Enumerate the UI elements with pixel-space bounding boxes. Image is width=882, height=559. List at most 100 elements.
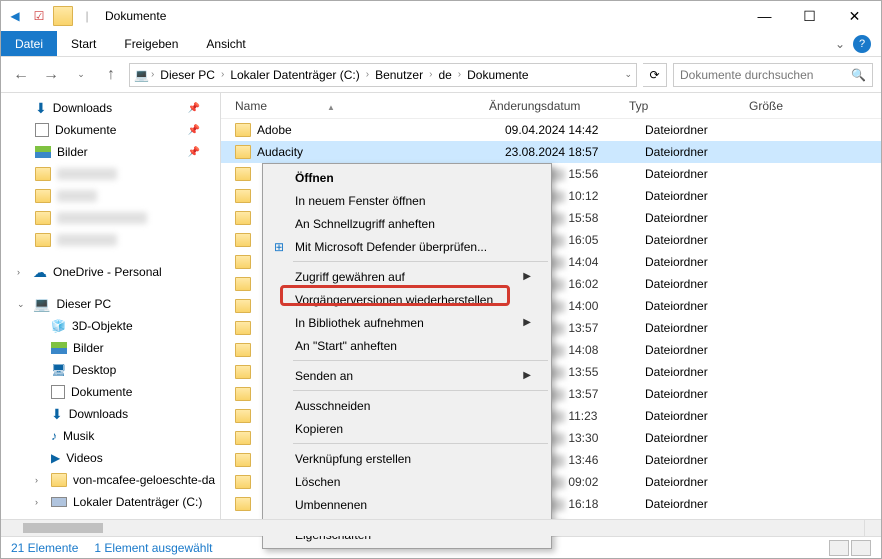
- qat-icon[interactable]: [53, 6, 73, 26]
- menu-rename[interactable]: Umbennenen: [265, 493, 549, 516]
- sidebar-musik[interactable]: ♪Musik: [1, 425, 220, 447]
- file-type: Dateiordner: [645, 365, 765, 379]
- breadcrumb-dropdown[interactable]: ⌄: [624, 69, 632, 80]
- menu-restore-previous[interactable]: Vorgängerversionen wiederherstellen: [265, 288, 549, 311]
- menu-defender[interactable]: ⊞Mit Microsoft Defender überprüfen...: [265, 235, 549, 258]
- view-icons-button[interactable]: [851, 540, 871, 556]
- sidebar-drive[interactable]: ›Lokaler Datenträger (C:): [1, 491, 220, 513]
- breadcrumb[interactable]: 💻 › Dieser PC › Lokaler Datenträger (C:)…: [129, 63, 637, 87]
- menu-send-to[interactable]: Senden an▶: [265, 364, 549, 387]
- drive-icon: [51, 497, 67, 507]
- crumb-4[interactable]: Dokumente: [463, 68, 532, 82]
- file-type: Dateiordner: [645, 189, 765, 203]
- arrow-icon[interactable]: ›: [35, 475, 45, 485]
- crumb-1[interactable]: Lokaler Datenträger (C:): [226, 68, 363, 82]
- menu-pin-quick[interactable]: An Schnellzugriff anheften: [265, 212, 549, 235]
- sidebar-desktop[interactable]: 🖥Desktop: [1, 359, 220, 381]
- sidebar-scrollbar[interactable]: [1, 519, 864, 536]
- file-type: Dateiordner: [645, 497, 765, 511]
- folder-icon: [235, 343, 251, 357]
- sidebar-downloads2[interactable]: ⬇Downloads: [1, 403, 220, 425]
- folder-icon: [235, 321, 251, 335]
- cloud-icon: ☁: [33, 264, 47, 281]
- tab-start[interactable]: Start: [57, 31, 110, 56]
- menu-shortcut[interactable]: Verknüpfung erstellen: [265, 447, 549, 470]
- file-type: Dateiordner: [645, 387, 765, 401]
- tab-freigeben[interactable]: Freigeben: [110, 31, 192, 56]
- help-icon[interactable]: ?: [853, 35, 871, 53]
- sidebar-item-blurred[interactable]: [1, 163, 220, 185]
- recent-dropdown[interactable]: ⌄: [69, 63, 93, 87]
- menu-separator: [293, 390, 548, 391]
- folder-icon: [235, 145, 251, 159]
- menu-grant-access[interactable]: Zugriff gewähren auf▶: [265, 265, 549, 288]
- folder-icon: [235, 211, 251, 225]
- ribbon-expand-icon[interactable]: ⌄: [835, 37, 845, 51]
- sidebar-thispc[interactable]: ⌄💻Dieser PC: [1, 293, 220, 315]
- sidebar-onedrive[interactable]: ›☁OneDrive - Personal: [1, 261, 220, 283]
- desktop-icon: 🖥: [51, 363, 66, 377]
- sidebar-3dobjects[interactable]: 🧊3D-Objekte: [1, 315, 220, 337]
- tab-ansicht[interactable]: Ansicht: [192, 31, 259, 56]
- forward-button[interactable]: →: [39, 63, 63, 87]
- qat-props-icon[interactable]: ☑: [29, 6, 49, 26]
- document-icon: [35, 123, 49, 137]
- col-size[interactable]: Größe: [749, 99, 829, 113]
- file-date: 23.08.2024 18:57: [505, 145, 645, 159]
- minimize-button[interactable]: —: [742, 2, 787, 31]
- sidebar-dokumente2[interactable]: Dokumente: [1, 381, 220, 403]
- crumb-2[interactable]: Benutzer: [371, 68, 427, 82]
- table-row[interactable]: Adobe09.04.2024 14:42Dateiordner: [221, 119, 881, 141]
- sidebar-bilder2[interactable]: Bilder: [1, 337, 220, 359]
- menu-separator: [293, 261, 548, 262]
- menu-pin-start[interactable]: An "Start" anheften: [265, 334, 549, 357]
- refresh-button[interactable]: ⟳: [643, 63, 667, 87]
- menu-delete[interactable]: Löschen: [265, 470, 549, 493]
- arrow-icon[interactable]: ⌄: [17, 299, 27, 310]
- menu-open[interactable]: Öffnen: [265, 166, 549, 189]
- arrow-icon[interactable]: ›: [35, 497, 45, 507]
- pc-icon: 💻: [33, 296, 50, 313]
- folder-icon: [235, 233, 251, 247]
- menu-separator: [293, 443, 548, 444]
- chevron-right-icon: ▶: [523, 271, 531, 282]
- sidebar: ⬇Downloads📌 Dokumente📌 Bilder📌 ›☁OneDriv…: [1, 93, 221, 536]
- arrow-icon[interactable]: ›: [17, 267, 27, 277]
- menu-new-window[interactable]: In neuem Fenster öffnen: [265, 189, 549, 212]
- view-details-button[interactable]: [829, 540, 849, 556]
- sidebar-item-blurred[interactable]: [1, 185, 220, 207]
- menu-in-library[interactable]: In Bibliothek aufnehmen▶: [265, 311, 549, 334]
- crumb-3[interactable]: de: [434, 68, 455, 82]
- search-input[interactable]: Dokumente durchsuchen 🔍: [673, 63, 873, 87]
- sidebar-item-blurred[interactable]: [1, 229, 220, 251]
- crumb-0[interactable]: Dieser PC: [156, 68, 219, 82]
- file-type: Dateiordner: [645, 277, 765, 291]
- back-button[interactable]: ←: [9, 63, 33, 87]
- sidebar-dokumente[interactable]: Dokumente📌: [1, 119, 220, 141]
- close-button[interactable]: ✕: [832, 2, 877, 31]
- maximize-button[interactable]: ☐: [787, 2, 832, 31]
- shield-icon: ⊞: [271, 240, 287, 254]
- folder-icon: [35, 233, 51, 247]
- up-button[interactable]: ↑: [99, 63, 123, 87]
- menu-copy[interactable]: Kopieren: [265, 417, 549, 440]
- sidebar-item-blurred[interactable]: [1, 207, 220, 229]
- sidebar-mcafee[interactable]: ›von-mcafee-geloeschte-da: [1, 469, 220, 491]
- col-date[interactable]: Änderungsdatum: [489, 99, 629, 113]
- tab-file[interactable]: Datei: [1, 31, 57, 56]
- sidebar-videos[interactable]: ▶Videos: [1, 447, 220, 469]
- col-name[interactable]: Name▲: [235, 99, 489, 113]
- file-name: Audacity: [257, 145, 505, 159]
- sidebar-downloads[interactable]: ⬇Downloads📌: [1, 97, 220, 119]
- menu-cut[interactable]: Ausschneiden: [265, 394, 549, 417]
- qat-back-icon[interactable]: ◀: [5, 6, 25, 26]
- 3d-icon: 🧊: [51, 319, 66, 333]
- file-type: Dateiordner: [645, 255, 765, 269]
- status-count: 21 Elemente: [11, 541, 78, 555]
- folder-icon: [235, 255, 251, 269]
- chevron-right-icon: ▶: [523, 370, 531, 381]
- table-row[interactable]: Audacity23.08.2024 18:57Dateiordner: [221, 141, 881, 163]
- sidebar-bilder[interactable]: Bilder📌: [1, 141, 220, 163]
- document-icon: [51, 385, 65, 399]
- col-type[interactable]: Typ: [629, 99, 749, 113]
